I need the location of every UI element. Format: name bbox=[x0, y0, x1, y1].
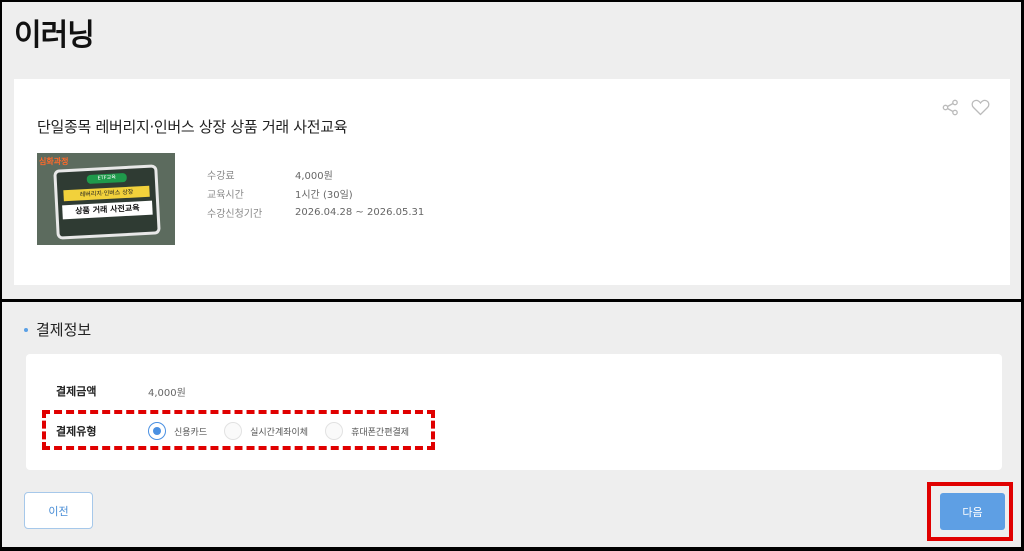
course-card: 단일종목 레버리지·인버스 상장 상품 거래 사전교육 심화과정 ETF교육 레… bbox=[14, 79, 1010, 285]
payment-amount-value: 4,000원 bbox=[148, 387, 186, 399]
info-value: 1시간 (30일) bbox=[295, 190, 353, 201]
thumbnail-line1: 레버리지·인버스 상장 bbox=[63, 185, 150, 202]
info-row-duration: 교육시간 1시간 (30일) bbox=[207, 184, 424, 203]
radio-bank-transfer[interactable]: 실시간계좌이체 bbox=[224, 422, 308, 440]
radio-mobile-payment[interactable]: 휴대폰간편결제 bbox=[325, 422, 409, 440]
bullet-dot-icon bbox=[24, 327, 28, 332]
next-button-highlight: 다음 bbox=[927, 482, 1013, 541]
course-panel: 이러닝 단일종목 레버리지·인버스 상장 상품 거래 사전교육 심화과정 ETF… bbox=[2, 2, 1021, 299]
payment-type-row: 결제유형 신용카드 실시간계좌이체 휴대폰간편결제 bbox=[56, 422, 426, 440]
course-title: 단일종목 레버리지·인버스 상장 상품 거래 사전교육 bbox=[37, 118, 348, 136]
payment-amount-row: 결제금액 4,000원 bbox=[56, 383, 186, 399]
thumbnail-badge: 심화과정 bbox=[39, 157, 69, 166]
info-value: 2026.04.28 ~ 2026.05.31 bbox=[295, 207, 425, 218]
share-icon[interactable] bbox=[942, 99, 959, 116]
info-label: 수강신청기간 bbox=[207, 209, 263, 220]
card-actions bbox=[942, 99, 990, 116]
payment-panel: 결제정보 결제금액 4,000원 결제유형 신용카드 실시간계좌이체 휴대폰간편… bbox=[2, 302, 1021, 547]
radio-label: 휴대폰간편결제 bbox=[351, 427, 410, 438]
thumbnail-line2: 상품 거래 사전교육 bbox=[62, 200, 153, 220]
prev-button[interactable]: 이전 bbox=[24, 492, 93, 529]
radio-label: 실시간계좌이체 bbox=[250, 427, 309, 438]
info-label: 교육시간 bbox=[207, 190, 244, 201]
info-row-fee: 수강료 4,000원 bbox=[207, 165, 424, 184]
heart-icon[interactable] bbox=[971, 99, 990, 116]
info-value: 4,000원 bbox=[295, 171, 333, 182]
radio-button[interactable] bbox=[325, 422, 344, 440]
page-title: 이러닝 bbox=[14, 18, 95, 53]
payment-amount-label: 결제금액 bbox=[56, 385, 97, 398]
section-title-label: 결제정보 bbox=[36, 321, 92, 339]
thumbnail-tag: ETF교육 bbox=[86, 172, 127, 185]
info-label: 수강료 bbox=[207, 171, 235, 182]
radio-label: 신용카드 bbox=[174, 427, 208, 438]
radio-button[interactable] bbox=[148, 422, 166, 440]
payment-type-label: 결제유형 bbox=[56, 425, 97, 438]
thumbnail-tablet: ETF교육 레버리지·인버스 상장 상품 거래 사전교육 bbox=[53, 164, 161, 240]
section-title: 결제정보 bbox=[24, 319, 91, 340]
payment-card: 결제금액 4,000원 결제유형 신용카드 실시간계좌이체 휴대폰간편결제 bbox=[26, 354, 1002, 470]
radio-credit-card[interactable]: 신용카드 bbox=[148, 422, 207, 440]
info-row-period: 수강신청기간 2026.04.28 ~ 2026.05.31 bbox=[207, 203, 424, 222]
course-thumbnail: 심화과정 ETF교육 레버리지·인버스 상장 상품 거래 사전교육 bbox=[37, 153, 175, 245]
radio-button[interactable] bbox=[224, 422, 243, 440]
course-info: 수강료 4,000원 교육시간 1시간 (30일) 수강신청기간 2026.04… bbox=[207, 165, 424, 222]
next-button[interactable]: 다음 bbox=[940, 493, 1005, 530]
payment-type-radio-group: 신용카드 실시간계좌이체 휴대폰간편결제 bbox=[148, 422, 426, 440]
